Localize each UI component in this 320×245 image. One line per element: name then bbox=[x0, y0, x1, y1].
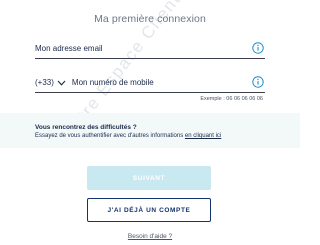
existing-account-button[interactable]: J'AI DÉJÀ UN COMPTE bbox=[87, 198, 211, 222]
phone-field-row: (+33) bbox=[35, 73, 265, 93]
need-help-link[interactable]: Besoin d'aide ? bbox=[0, 233, 300, 240]
info-icon[interactable] bbox=[252, 76, 264, 88]
country-code-value: (+33) bbox=[35, 78, 54, 87]
phone-example-hint: Exemple : 06 06 06 06 06 bbox=[200, 96, 263, 102]
email-field[interactable] bbox=[35, 40, 247, 57]
phone-field[interactable] bbox=[71, 74, 248, 91]
country-code-select[interactable]: (+33) bbox=[35, 75, 66, 91]
page-title: Ma première connexion bbox=[94, 13, 206, 25]
chevron-down-icon bbox=[57, 80, 66, 86]
help-link[interactable]: en cliquant ici bbox=[185, 133, 221, 139]
info-icon[interactable] bbox=[252, 42, 264, 54]
help-text: Essayez de vous authentifier avec d'autr… bbox=[35, 133, 221, 139]
help-title: Vous rencontrez des difficultés ? bbox=[35, 124, 137, 131]
next-button[interactable]: SUIVANT bbox=[87, 166, 211, 190]
help-description: Essayez de vous authentifier avec d'autr… bbox=[35, 133, 185, 139]
email-field-row bbox=[35, 39, 265, 59]
